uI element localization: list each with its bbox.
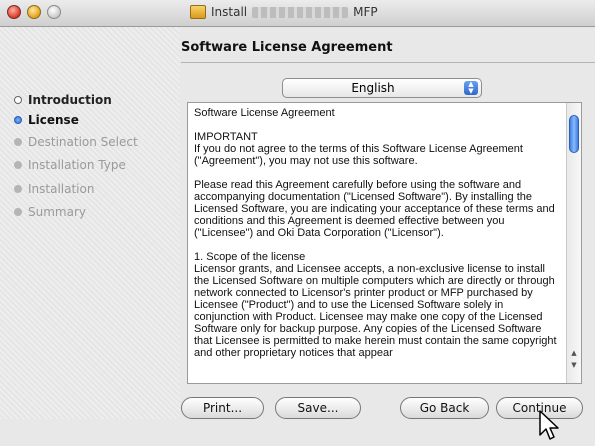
installer-steps-sidebar: Introduction License Destination Select … [0, 27, 180, 419]
step-installation-type: Installation Type [14, 158, 126, 172]
license-text: Software License Agreement IMPORTANT If … [194, 107, 558, 371]
go-back-button[interactable]: Go Back [400, 397, 489, 419]
minimize-window-icon[interactable] [27, 5, 41, 19]
license-paragraph: 1. Scope of the license Licensor grants,… [194, 251, 557, 359]
step-summary: Summary [14, 205, 86, 219]
window-title-prefix: Install [211, 5, 248, 19]
step-pending-icon [14, 161, 22, 169]
page-title: Software License Agreement [181, 40, 393, 55]
redacted-product-name [252, 6, 349, 18]
step-destination-select: Destination Select [14, 135, 138, 149]
step-pending-icon [14, 208, 22, 216]
installer-package-icon [190, 5, 206, 19]
step-label: Summary [28, 205, 86, 219]
language-select[interactable]: English ▲ ▼ [282, 78, 482, 98]
window-title: Install MFP [190, 5, 378, 19]
step-installation: Installation [14, 182, 94, 196]
print-button[interactable]: Print... [181, 397, 264, 419]
language-selected-value: English [351, 81, 395, 95]
popup-arrows-icon: ▲ ▼ [464, 81, 478, 95]
step-label: Destination Select [28, 135, 138, 149]
save-button[interactable]: Save... [275, 397, 361, 419]
scroll-up-arrow-icon[interactable]: ▲ [567, 347, 581, 359]
title-bar[interactable]: Install MFP [0, 0, 595, 27]
license-paragraph: Please read this Agreement carefully bef… [194, 179, 555, 239]
scroll-down-arrow-icon[interactable]: ▼ [567, 359, 581, 371]
window-title-suffix: MFP [353, 5, 378, 19]
step-done-icon [14, 96, 22, 104]
close-window-icon[interactable] [7, 5, 21, 19]
step-current-icon [14, 116, 22, 124]
step-pending-icon [14, 185, 22, 193]
step-license: License [14, 113, 79, 127]
license-text-area[interactable]: Software License Agreement IMPORTANT If … [187, 102, 582, 384]
step-introduction: Introduction [14, 93, 112, 107]
installer-window: Install MFP Introduction License Destina… [0, 0, 595, 446]
mouse-pointer-icon [539, 410, 559, 440]
step-label: Introduction [28, 93, 112, 107]
license-paragraph: IMPORTANT If you do not agree to the ter… [194, 131, 523, 167]
step-label: Installation [28, 182, 95, 196]
step-label: Installation Type [28, 158, 126, 172]
scroll-thumb[interactable] [569, 115, 579, 153]
license-paragraph: Software License Agreement [194, 107, 335, 119]
step-label: License [28, 113, 79, 127]
step-pending-icon [14, 138, 22, 146]
vertical-scrollbar[interactable]: ▲ ▼ [566, 103, 581, 383]
header-divider [181, 62, 595, 63]
zoom-window-icon[interactable] [47, 5, 61, 19]
